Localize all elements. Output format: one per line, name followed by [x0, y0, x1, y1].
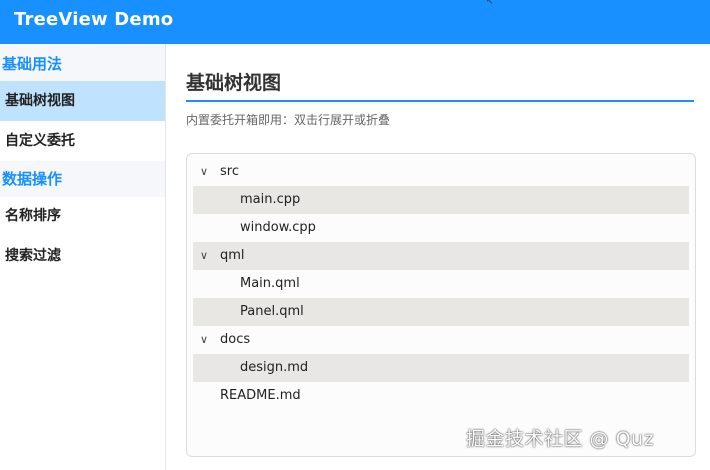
tree-row-qml[interactable]: ∨ qml — [193, 242, 689, 270]
tree-row-label: README.md — [220, 388, 301, 403]
page-title: 基础树视图 — [186, 72, 282, 94]
sidebar-item-search-filter[interactable]: 搜索过滤 — [0, 236, 165, 276]
tree-row-label: main.cpp — [240, 192, 301, 207]
tree-row-main-cpp[interactable]: main.cpp — [193, 186, 689, 214]
chevron-down-icon[interactable]: ∨ — [200, 326, 214, 354]
tree-row-readme-md[interactable]: README.md — [193, 382, 689, 410]
sidebar-item-basic-tree-view[interactable]: 基础树视图 — [0, 81, 165, 121]
sidebar-group-data: 数据操作 — [0, 161, 165, 197]
tree-row-label: Panel.qml — [240, 304, 304, 319]
tree-row-design-md[interactable]: design.md — [193, 354, 689, 382]
mouse-cursor-icon: ↖ — [486, 0, 494, 7]
tree-row-src[interactable]: ∨ src — [193, 158, 689, 186]
page-subtitle: 内置委托开箱即用：双击行展开或折叠 — [186, 113, 391, 127]
tree-row-label: design.md — [240, 360, 309, 375]
tree-row-main-qml[interactable]: Main.qml — [193, 270, 689, 298]
tree-row-label: qml — [220, 248, 245, 263]
tree-view[interactable]: ∨ src main.cpp window.cpp ∨ qml Main.qml… — [186, 153, 696, 457]
tree-row-window-cpp[interactable]: window.cpp — [193, 214, 689, 242]
sidebar-group-basic: 基础用法 — [0, 46, 165, 82]
title-underline — [186, 100, 694, 102]
tree-row-label: window.cpp — [240, 220, 316, 235]
sidebar: 基础用法 基础树视图 自定义委托 数据操作 名称排序 搜索过滤 — [0, 44, 166, 470]
tree-row-label: Main.qml — [240, 276, 300, 291]
app-titlebar: TreeView Demo — [0, 0, 710, 44]
chevron-down-icon[interactable]: ∨ — [200, 158, 214, 186]
chevron-down-icon[interactable]: ∨ — [200, 242, 214, 270]
tree-row-docs[interactable]: ∨ docs — [193, 326, 689, 354]
app-title: TreeView Demo — [14, 9, 174, 30]
watermark: 掘金技术社区 @ Quz — [466, 428, 655, 450]
main-content: 基础树视图 内置委托开箱即用：双击行展开或折叠 ∨ src main.cpp w… — [166, 44, 710, 470]
sidebar-item-name-sort[interactable]: 名称排序 — [0, 196, 165, 236]
tree-row-label: docs — [220, 332, 251, 347]
tree-row-panel-qml[interactable]: Panel.qml — [193, 298, 689, 326]
sidebar-item-custom-delegate[interactable]: 自定义委托 — [0, 121, 165, 161]
tree-row-label: src — [220, 164, 239, 179]
